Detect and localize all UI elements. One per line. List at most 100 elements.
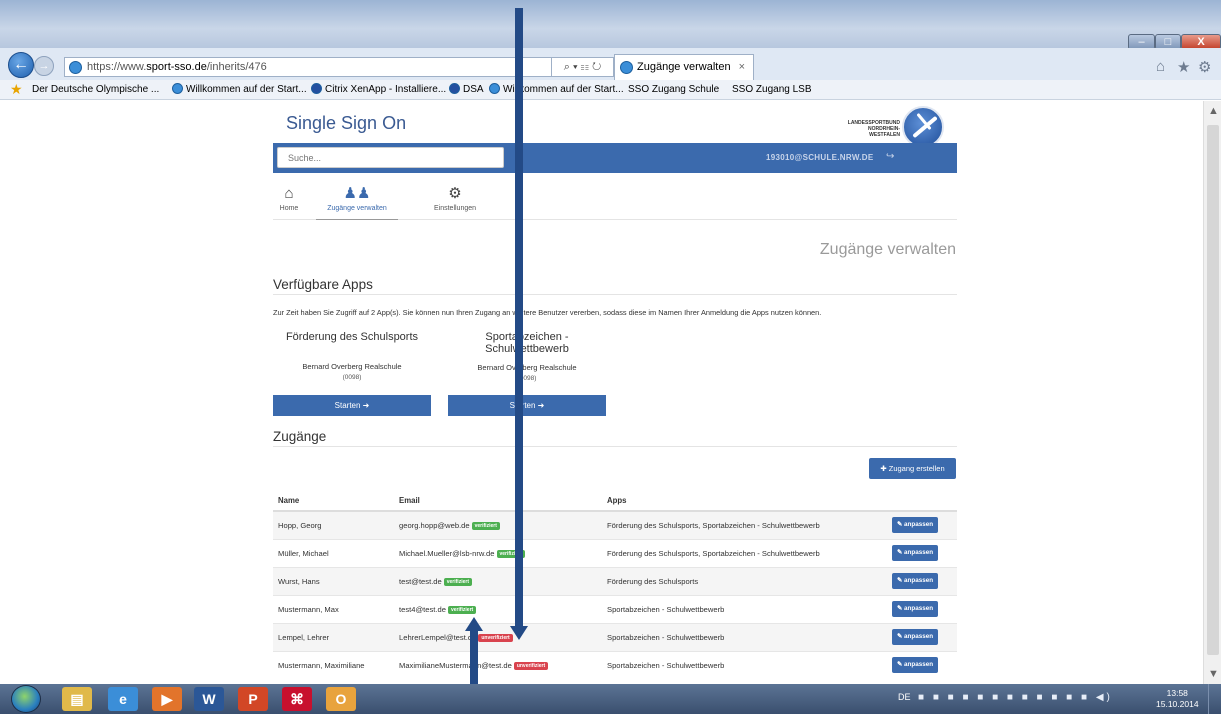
cell-email: MaximilianeMustermann@test.de unverifizie… xyxy=(394,650,602,679)
cell-email: Michael.Mueller@lsb-nrw.de verifiziert xyxy=(394,538,602,567)
favorite-link[interactable]: DSA xyxy=(449,80,484,99)
table-row: Mustermann, Maximiliane MaximilianeMuste… xyxy=(273,650,957,679)
url-domain: sport-sso.de xyxy=(146,61,207,73)
show-desktop-button[interactable] xyxy=(1208,684,1221,714)
column-header-name: Name xyxy=(273,491,394,512)
app-code: (0098) xyxy=(342,374,362,381)
cell-name: Hopp, Georg xyxy=(273,510,394,539)
favorite-link[interactable]: Willkommen auf der Start... xyxy=(489,80,624,99)
scroll-thumb[interactable] xyxy=(1207,125,1219,655)
cell-actions: ✎ anpassen xyxy=(887,510,957,539)
home-icon[interactable]: ⌂ xyxy=(1156,58,1165,75)
app-code: (0098) xyxy=(517,375,537,382)
annotation-arrowhead-down xyxy=(510,626,528,640)
table-row: Wurst, Hans test@test.de verifiziert Förd… xyxy=(273,566,957,595)
column-header-email: Email xyxy=(394,491,602,512)
cell-email: georg.hopp@web.de verifiziert xyxy=(394,510,602,539)
scroll-down-icon[interactable]: ▼ xyxy=(1208,668,1219,680)
tab-close-icon[interactable]: × xyxy=(739,55,745,79)
favorite-link[interactable]: Der Deutsche Olympische ... xyxy=(32,80,159,99)
edit-button[interactable]: ✎ anpassen xyxy=(892,657,939,674)
favorites-star-icon[interactable]: ★ xyxy=(1177,58,1190,76)
cell-apps: Sportabzeichen - Schulwettbewerb xyxy=(602,594,887,623)
nav-home[interactable]: ⌂ Home xyxy=(277,185,301,212)
forward-button[interactable]: → xyxy=(34,56,54,76)
section-divider xyxy=(273,294,957,295)
browser-tab[interactable]: Zugänge verwalten × xyxy=(614,54,754,80)
word-icon[interactable]: W xyxy=(194,687,224,711)
clock[interactable]: 13:58 15.10.2014 xyxy=(1156,688,1199,710)
edit-button[interactable]: ✎ anpassen xyxy=(892,517,939,534)
web-page: Single Sign On LANDESSPORTBUND NORDRHEIN-… xyxy=(0,101,1221,684)
tools-gear-icon[interactable]: ⚙ xyxy=(1198,58,1211,76)
internet-explorer-icon[interactable]: e xyxy=(108,687,138,711)
status-badge: verifiziert xyxy=(443,577,472,586)
explorer-icon[interactable]: ▤ xyxy=(62,687,92,711)
apps-intro-text: Zur Zeit haben Sie Zugriff auf 2 App(s).… xyxy=(273,308,822,317)
nav-einstellungen[interactable]: ⚙ Einstellungen xyxy=(430,185,480,212)
clock-time: 13:58 xyxy=(1166,688,1188,698)
cell-email: test@test.de verifiziert xyxy=(394,566,602,595)
logout-icon[interactable]: ↪ xyxy=(886,151,894,162)
clock-date: 15.10.2014 xyxy=(1156,699,1199,709)
language-indicator[interactable]: DE xyxy=(898,692,911,702)
start-app-button[interactable]: Starten ➜ xyxy=(448,395,606,416)
cell-email: test4@test.de verifiziert xyxy=(394,594,602,623)
ie-icon xyxy=(172,83,183,94)
edit-button[interactable]: ✎ anpassen xyxy=(892,629,939,645)
section-divider xyxy=(273,446,957,447)
favorite-link[interactable]: Citrix XenApp - Installiere... xyxy=(311,80,446,99)
tab-title: Zugänge verwalten xyxy=(637,61,731,73)
app-school: Bernard Overberg Realschule xyxy=(302,362,402,371)
address-controls[interactable]: ⌕ ▾ ☷ ↻ xyxy=(552,57,614,77)
lsb-logo-icon xyxy=(902,106,944,148)
cell-name: Müller, Michael xyxy=(273,538,394,567)
media-player-icon[interactable]: ▶ xyxy=(152,687,182,711)
site-title[interactable]: Single Sign On xyxy=(286,113,406,134)
tray-icons[interactable]: ■ ■ ■ ■ ■ ■ ■ ■ ■ ■ ■ ■ ◀) xyxy=(918,692,1138,706)
favorites-star-icon[interactable]: ★ xyxy=(10,82,23,96)
table-row: Hopp, Georg georg.hopp@web.de verifiziert… xyxy=(273,510,957,539)
citrix-icon xyxy=(311,83,322,94)
create-account-button[interactable]: ✚ Zugang erstellen xyxy=(869,458,956,479)
app-title: Sportabzeichen - Schulwettbewerb xyxy=(485,331,569,355)
search-input[interactable] xyxy=(277,147,504,168)
url-prefix: https://www. xyxy=(87,61,147,73)
favorite-link[interactable]: Willkommen auf der Start... xyxy=(172,80,307,99)
scroll-up-icon[interactable]: ▲ xyxy=(1208,105,1219,117)
table-header-row: Name Email Apps xyxy=(273,491,957,512)
start-app-button[interactable]: Starten ➜ xyxy=(273,395,431,416)
edit-button[interactable]: ✎ anpassen xyxy=(892,601,939,617)
nav-zugaenge-verwalten[interactable]: ♟♟ Zugänge verwalten xyxy=(318,185,396,212)
acrobat-icon[interactable]: ⌘ xyxy=(282,687,312,711)
start-button[interactable] xyxy=(11,685,41,713)
user-id[interactable]: 193010@SCHULE.NRW.DE xyxy=(766,153,873,162)
page-heading: Zugänge verwalten xyxy=(819,241,956,258)
app-title: Förderung des Schulsports xyxy=(285,331,419,343)
app-school: Bernard Overberg Realschule xyxy=(477,363,577,372)
cell-actions: ✎ anpassen xyxy=(887,594,957,623)
url-path: /inherits/476 xyxy=(206,61,267,73)
column-header-apps: Apps xyxy=(602,491,887,512)
cell-actions: ✎ anpassen xyxy=(887,538,957,567)
favorite-link[interactable]: SSO Zugang Schule xyxy=(628,80,719,99)
address-bar[interactable]: https://www.sport-sso.de/inherits/476 xyxy=(64,57,552,77)
edit-button[interactable]: ✎ anpassen xyxy=(892,573,939,589)
top-bar: 193010@SCHULE.NRW.DE ↪ xyxy=(273,143,957,173)
tab-favicon-icon xyxy=(620,61,633,74)
edit-button[interactable]: ✎ anpassen xyxy=(892,545,939,561)
powerpoint-icon[interactable]: P xyxy=(238,687,268,711)
favorite-link[interactable]: SSO Zugang LSB xyxy=(732,80,812,99)
cell-apps: Sportabzeichen - Schulwettbewerb xyxy=(602,650,887,679)
citrix-icon xyxy=(449,83,460,94)
app-card: Förderung des Schulsports Bernard Overbe… xyxy=(273,331,431,381)
outlook-icon[interactable]: O xyxy=(326,687,356,711)
browser-navigation-bar: ← → https://www.sport-sso.de/inherits/47… xyxy=(0,48,1221,80)
status-badge: verifiziert xyxy=(471,521,500,530)
cell-name: Lempel, Lehrer xyxy=(273,622,394,651)
window-title-bar: – □ X xyxy=(0,0,1221,50)
cell-apps: Förderung des Schulsports xyxy=(602,566,887,595)
back-button[interactable]: ← xyxy=(8,52,34,78)
vertical-scrollbar[interactable]: ▲ ▼ xyxy=(1203,101,1221,684)
cell-apps: Förderung des Schulsports, Sportabzeiche… xyxy=(602,510,887,539)
